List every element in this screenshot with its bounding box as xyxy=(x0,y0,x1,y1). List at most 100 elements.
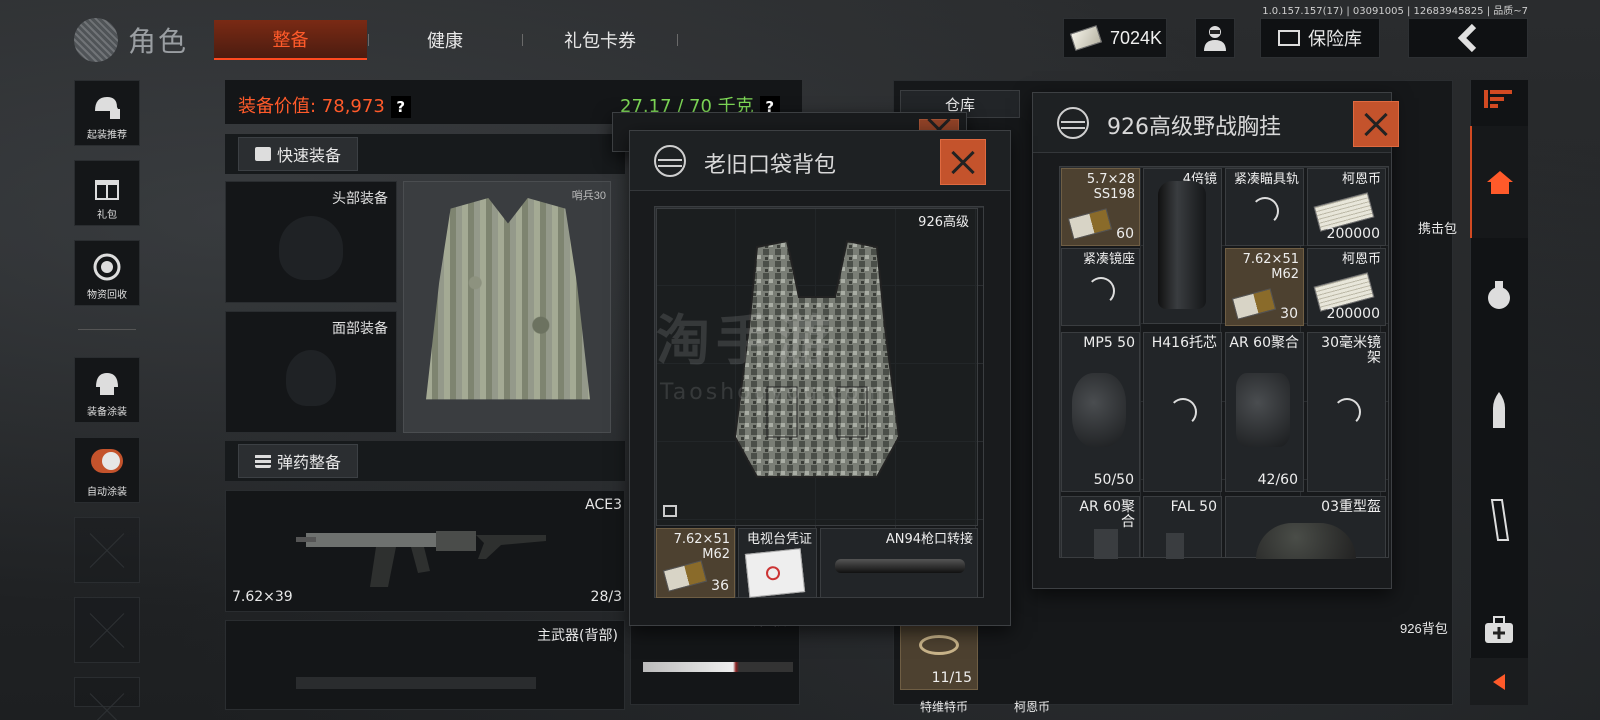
auto-paint-toggle[interactable]: 自动涂装 xyxy=(74,437,140,503)
face-gear-slot[interactable]: 面部装备 xyxy=(225,311,397,433)
medkit-icon xyxy=(1485,616,1513,643)
rail-divider xyxy=(78,329,136,330)
inventory-item[interactable]: MP5 50 50/50 xyxy=(1061,332,1140,492)
tab-loadout[interactable]: 整备 xyxy=(214,20,367,60)
loading-spinner-icon xyxy=(1168,398,1197,426)
tab-health[interactable]: 健康 xyxy=(385,20,505,60)
rail-label: 礼包 xyxy=(97,210,117,221)
head-gear-slot[interactable]: 头部装备 xyxy=(225,181,397,303)
rail-empty-slot xyxy=(74,677,140,707)
ammo-box-image xyxy=(1067,208,1113,240)
container-icon xyxy=(1057,107,1089,139)
page-title: 角色 xyxy=(128,25,189,58)
quick-equip-bar: 快速装备 xyxy=(225,134,625,174)
rail-label: 物资回收 xyxy=(87,290,127,301)
recycle-button[interactable]: 物资回收 xyxy=(74,240,140,306)
inventory-item[interactable]: 5.7×28 SS198 60 xyxy=(1061,168,1140,246)
bullet-icon xyxy=(1493,392,1505,428)
loading-spinner-icon xyxy=(1332,398,1361,426)
safe-icon xyxy=(1278,30,1300,46)
helmet-image xyxy=(1256,523,1356,559)
inventory-item[interactable]: 7.62×51 M62 36 xyxy=(656,528,735,598)
ammo-loadout-button[interactable]: 弹药整备 xyxy=(238,444,359,478)
inventory-item[interactable]: H416托芯 xyxy=(1143,332,1222,492)
helmet-gear-icon xyxy=(91,91,123,123)
weapon-ammo-count: 28/3 xyxy=(590,589,622,605)
vault-button[interactable]: 保险库 xyxy=(1260,18,1380,58)
helmet-placeholder-icon xyxy=(279,216,343,280)
tab-gift-cards[interactable]: 礼包卡券 xyxy=(540,20,660,60)
muzzle-adapter-image xyxy=(835,559,965,573)
inventory-item[interactable]: 7.62×51 M62 30 xyxy=(1225,248,1304,326)
shirt-icon xyxy=(255,147,271,161)
mask-placeholder-icon xyxy=(286,350,336,406)
inventory-item[interactable]: 电视台凭证 xyxy=(738,528,817,598)
rail-empty-slot xyxy=(74,517,140,583)
inventory-item[interactable]: 紧凑镜座 xyxy=(1061,248,1140,326)
watermark-text: 淘手游 xyxy=(656,309,836,372)
inventory-item[interactable]: 03重型盔 xyxy=(1225,496,1386,559)
armor-vest-image xyxy=(426,198,590,400)
vault-label: 保险库 xyxy=(1308,29,1362,50)
warehouse-item-label: 柯恩币 xyxy=(1014,700,1051,714)
key-icon xyxy=(919,635,959,655)
rail-collapse-button[interactable] xyxy=(1470,658,1528,705)
rail-label: 起装推荐 xyxy=(87,130,127,141)
currency-amount: 7024K xyxy=(1110,27,1163,48)
globe-logo-icon xyxy=(74,18,118,62)
close-button[interactable] xyxy=(940,139,986,185)
container-icon xyxy=(654,145,686,177)
currency-display[interactable]: 7024K xyxy=(1063,18,1167,58)
inventory-item[interactable]: 4倍镜 xyxy=(1143,168,1222,324)
gear-paint-button[interactable]: 装备涂装 xyxy=(74,357,140,423)
weapon-caliber: 7.62×39 xyxy=(232,589,293,605)
magazine-icon xyxy=(1490,499,1510,541)
caret-left-icon xyxy=(1493,673,1505,690)
cash-icon xyxy=(1069,25,1103,51)
armor-vest-slot[interactable]: 哨兵30 xyxy=(403,181,611,433)
inventory-item[interactable]: AR 60聚合 xyxy=(1061,496,1140,559)
loading-spinner-icon xyxy=(1086,276,1115,305)
top-bar: 1.0.157.157(17) | 03091005 | 12683945825… xyxy=(0,0,1600,68)
inventory-item[interactable]: AN94枪口转接 xyxy=(820,528,978,598)
popup-title: 老旧口袋背包 xyxy=(704,153,837,178)
category-all[interactable] xyxy=(1470,126,1528,238)
loadout-recommend-button[interactable]: 起装推荐 xyxy=(74,80,140,146)
weapon-name: ACE3 xyxy=(585,497,622,513)
machete-image xyxy=(643,662,793,672)
popup-title: 926高级野战胸挂 xyxy=(1107,115,1281,140)
inventory-item[interactable]: 30毫米镜架 xyxy=(1307,332,1386,492)
filter-icon[interactable] xyxy=(1482,88,1514,110)
inventory-item[interactable]: FAL 50 xyxy=(1143,496,1222,559)
chevron-left-icon xyxy=(1457,24,1477,52)
magazine-image xyxy=(1236,373,1290,447)
inventory-item[interactable]: 柯恩币 200000 xyxy=(1307,168,1386,246)
inventory-item[interactable]: 柯恩币 200000 xyxy=(1307,248,1386,326)
bullets-icon xyxy=(255,454,271,468)
inventory-item[interactable]: AR 60聚合 42/60 xyxy=(1225,332,1304,492)
warehouse-label: 携击包 xyxy=(1418,221,1458,236)
back-weapon-slot[interactable]: 主武器(背部) xyxy=(225,620,625,710)
close-button[interactable] xyxy=(1353,101,1399,147)
rifle-image xyxy=(296,531,546,587)
watermark-url: Taoshouyou.com xyxy=(660,380,886,405)
quick-equip-button[interactable]: 快速装备 xyxy=(238,137,359,171)
tab-divider xyxy=(368,34,369,46)
help-button[interactable]: ? xyxy=(390,96,411,118)
category-magazine[interactable] xyxy=(1470,480,1528,560)
operator-icon xyxy=(1204,26,1226,51)
operator-avatar-button[interactable] xyxy=(1195,18,1235,58)
magazine-image xyxy=(1166,533,1184,559)
drum-magazine-image xyxy=(1072,373,1126,447)
category-grenade[interactable] xyxy=(1470,255,1528,335)
back-button[interactable] xyxy=(1408,18,1528,58)
ammo-bar: 弹药整备 xyxy=(225,441,625,481)
toggle-switch[interactable] xyxy=(91,449,123,473)
tab-divider xyxy=(677,34,678,46)
category-ammo[interactable] xyxy=(1470,370,1528,450)
primary-weapon-slot[interactable]: ACE3 7.62×39 28/3 xyxy=(225,490,625,612)
gift-pack-button[interactable]: 礼包 xyxy=(74,160,140,226)
home-icon xyxy=(1487,171,1513,194)
ammo-box-image xyxy=(662,560,708,592)
inventory-item[interactable]: 紧凑瞄具轨 xyxy=(1225,168,1304,246)
